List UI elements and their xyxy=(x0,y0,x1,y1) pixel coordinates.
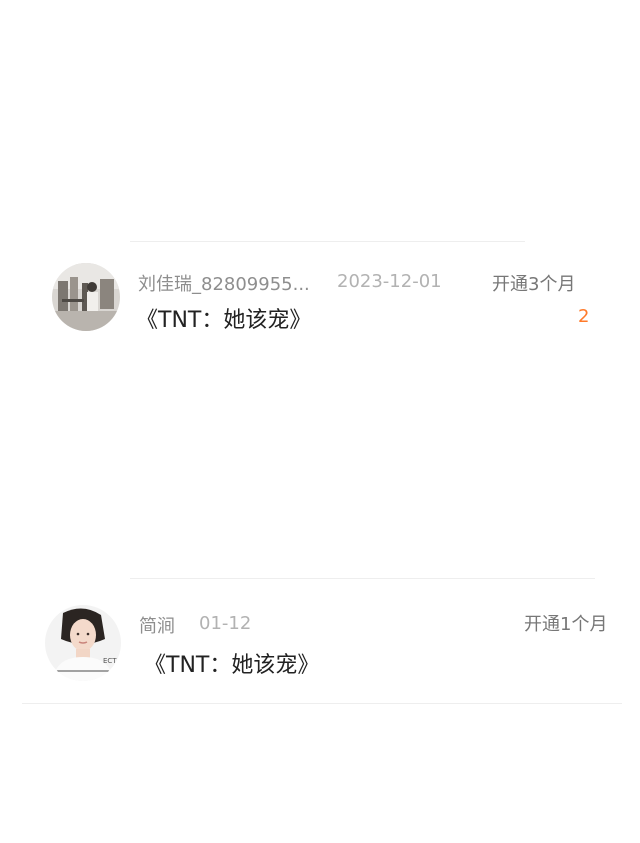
comment-username[interactable]: 刘佳瑞_82809955... xyxy=(138,270,310,296)
comment-action: 开通1个月 xyxy=(524,614,608,635)
comment-date: 2023-12-01 xyxy=(337,271,442,292)
comment-book-title[interactable]: 《TNT：她该宠》 xyxy=(144,647,319,679)
avatar-photo-girl: ECT. xyxy=(45,605,121,681)
comment-book-title[interactable]: 《TNT：她该宠》 xyxy=(136,302,311,334)
svg-text:ECT.: ECT. xyxy=(103,657,118,665)
comment-badge: 2 xyxy=(578,306,590,327)
avatar-photo-street xyxy=(52,263,120,331)
page: 刘佳瑞_82809955... 2023-12-01 开通3个月 《TNT：她该… xyxy=(0,0,640,843)
row-divider-top-1 xyxy=(130,241,525,242)
row-divider-top-2 xyxy=(130,578,595,579)
comment-date: 01-12 xyxy=(199,613,252,634)
avatar[interactable] xyxy=(52,263,120,331)
avatar[interactable]: ECT. xyxy=(45,605,121,681)
comment-action: 开通3个月 xyxy=(492,274,576,295)
row-divider-bottom-2 xyxy=(22,703,622,704)
comment-username[interactable]: 简涧 xyxy=(139,612,175,638)
